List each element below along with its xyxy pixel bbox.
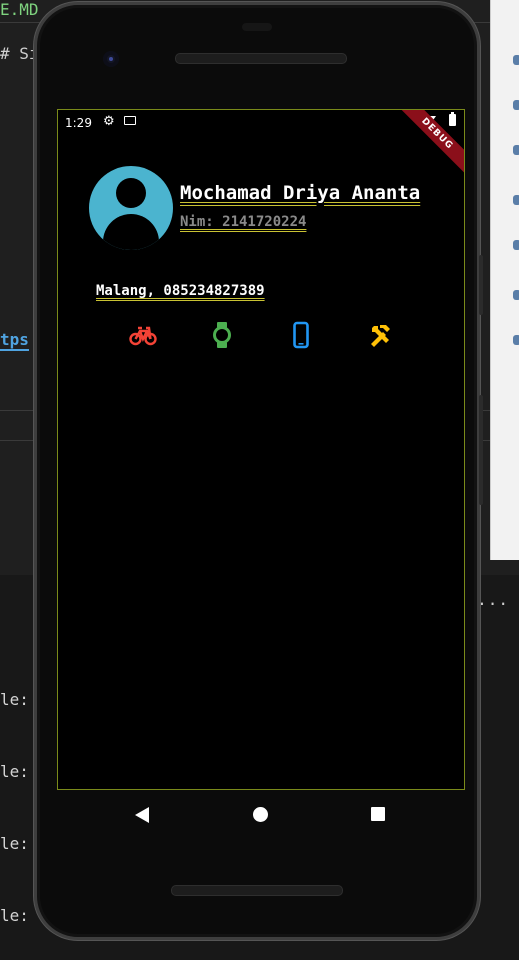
back-icon[interactable]	[135, 807, 149, 823]
editor-link-text[interactable]: tps	[0, 330, 29, 351]
editor-tab-label[interactable]: E.MD	[0, 0, 39, 19]
status-bar: 1:29 ⚙	[58, 110, 464, 134]
panel-icon[interactable]	[513, 290, 519, 300]
panel-icon[interactable]	[513, 100, 519, 110]
battery-icon	[449, 112, 456, 126]
person-head	[116, 178, 146, 208]
bottom-speaker	[171, 885, 343, 896]
power-button[interactable]	[479, 255, 483, 315]
watch-icon	[207, 320, 237, 350]
hobby-icons-row	[58, 320, 464, 350]
editor-heading-text: # Si	[0, 44, 39, 63]
code-line: le:	[0, 690, 29, 709]
profile-name: Mochamad Driya Ananta	[180, 182, 421, 204]
panel-icon[interactable]	[513, 240, 519, 250]
settings-icon: ⚙	[103, 114, 115, 129]
person-body	[103, 214, 159, 250]
home-icon[interactable]	[253, 807, 268, 822]
phone-notch	[242, 23, 272, 31]
panel-icon[interactable]	[513, 335, 519, 345]
phone-android-icon	[286, 320, 316, 350]
front-camera-icon	[103, 51, 119, 67]
avatar	[89, 166, 173, 250]
panel-icon[interactable]	[513, 195, 519, 205]
more-actions-icon[interactable]: ...	[477, 590, 509, 609]
code-line: le:	[0, 834, 29, 853]
app-screen: 1:29 ⚙ DEBUG Mochamad Driya Ananta Nim: …	[57, 109, 465, 790]
panel-icon[interactable]	[513, 145, 519, 155]
code-line: le:	[0, 762, 29, 781]
profile-contact: Malang, 085234827389	[96, 283, 265, 299]
phone-emulator: 1:29 ⚙ DEBUG Mochamad Driya Ananta Nim: …	[34, 2, 483, 940]
recent-apps-icon[interactable]	[371, 807, 385, 821]
status-time: 1:29	[65, 116, 92, 130]
handyman-icon	[365, 320, 395, 350]
profile-nim: Nim: 2141720224	[180, 214, 307, 230]
mail-icon	[124, 116, 136, 125]
volume-button[interactable]	[479, 395, 483, 505]
panel-icon[interactable]	[513, 55, 519, 65]
earpiece-speaker	[175, 53, 347, 64]
code-line: le:	[0, 906, 29, 925]
bike-icon	[128, 320, 158, 350]
side-panel	[490, 0, 519, 560]
system-nav-bar	[57, 793, 465, 839]
